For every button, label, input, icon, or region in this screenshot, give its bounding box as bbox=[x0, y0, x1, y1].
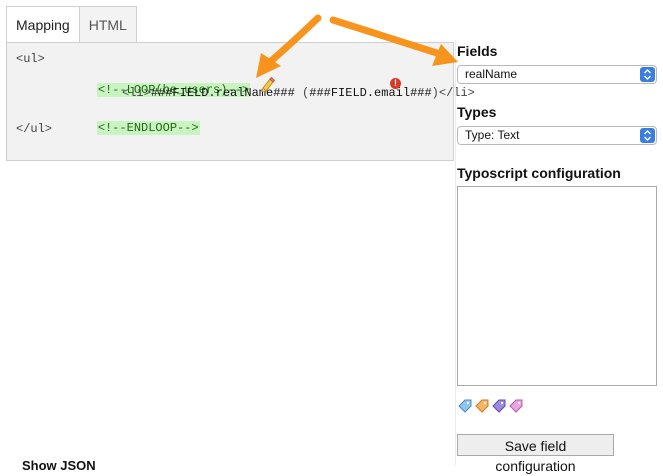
error-icon[interactable]: ! bbox=[390, 78, 401, 89]
code-line-li: <li>###FIELD.realName### (###FIELD.email… bbox=[122, 86, 475, 101]
tag-blue-icon[interactable] bbox=[457, 398, 473, 414]
tag-orange-icon[interactable] bbox=[474, 398, 490, 414]
tab-bar: Mapping HTML bbox=[6, 6, 137, 43]
tag-icon-row bbox=[457, 398, 524, 414]
save-field-configuration-button[interactable]: Save field configuration bbox=[457, 434, 614, 474]
fields-select[interactable]: realName bbox=[457, 65, 657, 84]
select-chevron-icon bbox=[640, 128, 655, 143]
fields-heading: Fields bbox=[457, 43, 498, 59]
code-line-endloop: <!--ENDLOOP--> bbox=[68, 106, 200, 151]
endloop-comment: <!--ENDLOOP--> bbox=[96, 121, 200, 135]
show-json-link[interactable]: Show JSON bbox=[22, 458, 96, 473]
code-line-ul-open: <ul> bbox=[16, 52, 45, 66]
tag-purple-icon[interactable] bbox=[491, 398, 507, 414]
fields-select-value: realName bbox=[465, 67, 518, 81]
select-chevron-icon bbox=[640, 67, 655, 82]
column-divider bbox=[455, 40, 456, 465]
code-line-ul-close: </ul> bbox=[16, 122, 53, 136]
tag-pink-icon[interactable] bbox=[508, 398, 524, 414]
li-open-tag: <li> bbox=[122, 86, 151, 100]
types-select[interactable]: Type: Text bbox=[457, 126, 657, 145]
li-close-tag: )</li> bbox=[431, 86, 475, 100]
li-paren: ( bbox=[294, 86, 310, 100]
tab-html[interactable]: HTML bbox=[79, 6, 137, 42]
pencil-icon[interactable] bbox=[260, 76, 276, 92]
field-marker-email[interactable]: ###FIELD.email### bbox=[309, 86, 431, 100]
typoscript-heading: Typoscript configuration bbox=[457, 165, 621, 181]
typoscript-textarea[interactable] bbox=[457, 186, 657, 386]
tab-mapping[interactable]: Mapping bbox=[6, 6, 80, 42]
template-code-panel: <ul> <!--LOOP(be_users)--> <li>###FIELD.… bbox=[6, 42, 475, 161]
types-select-value: Type: Text bbox=[465, 128, 520, 142]
types-heading: Types bbox=[457, 104, 497, 120]
